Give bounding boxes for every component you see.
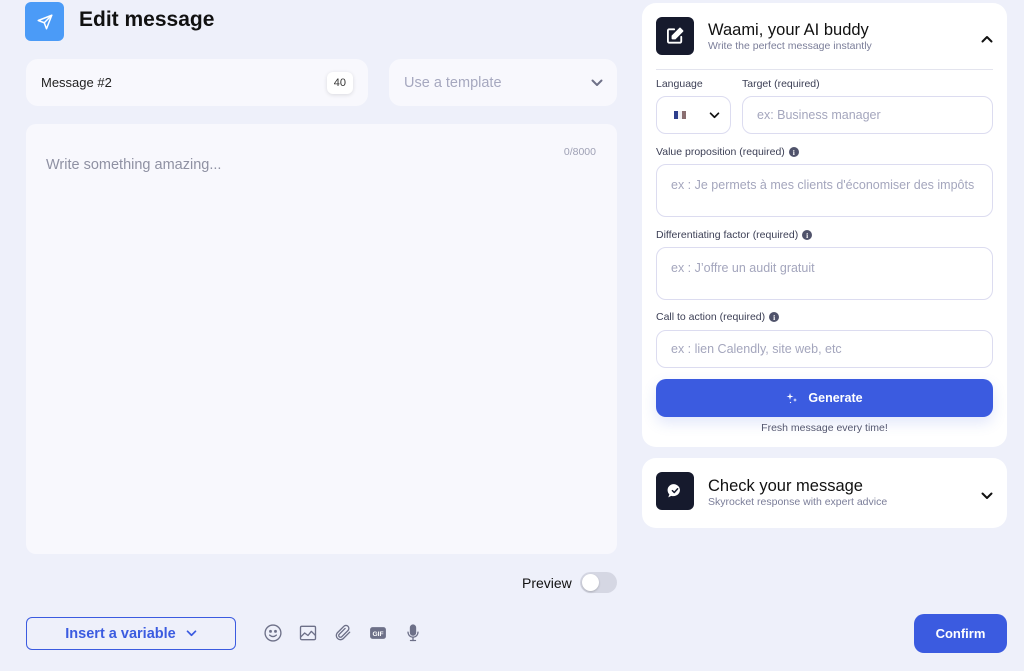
image-icon [299, 625, 317, 641]
check-title: Check your message [708, 477, 863, 495]
call-to-action-label-text: Call to action (required) [656, 311, 766, 323]
gif-icon: GIF [370, 627, 386, 639]
target-input[interactable] [742, 96, 993, 134]
value-proposition-label: Value proposition (required) i [656, 146, 799, 158]
call-to-action-input[interactable] [656, 330, 993, 368]
info-icon[interactable]: i [788, 147, 799, 157]
waami-ai-panel: Waami, your AI buddy Write the perfect m… [642, 3, 1007, 447]
template-select-placeholder: Use a template [404, 74, 502, 91]
template-select[interactable]: Use a template [389, 59, 617, 106]
waami-title: Waami, your AI buddy [708, 21, 869, 39]
target-label: Target (required) [742, 78, 820, 90]
image-button[interactable] [297, 622, 319, 644]
preview-toggle[interactable] [580, 572, 617, 593]
emoji-icon [264, 624, 282, 642]
microphone-button[interactable] [402, 622, 424, 644]
send-icon [37, 14, 52, 29]
svg-text:GIF: GIF [372, 631, 383, 638]
waami-icon-tile [656, 17, 694, 55]
language-select[interactable] [656, 96, 731, 134]
message-body-input[interactable] [26, 124, 617, 554]
differentiating-factor-input[interactable] [656, 247, 993, 300]
edit-icon [667, 27, 684, 44]
char-counter: 0/8000 [563, 146, 596, 158]
call-to-action-label: Call to action (required) i [656, 311, 780, 323]
preview-label: Preview [522, 575, 572, 591]
confirm-button[interactable]: Confirm [914, 614, 1007, 653]
language-label: Language [656, 78, 703, 90]
generate-hint: Fresh message every time! [761, 422, 888, 434]
insert-variable-label: Insert a variable [65, 625, 176, 642]
preview-toggle-knob [582, 574, 599, 591]
gif-button[interactable]: GIF [367, 622, 389, 644]
chevron-down-icon [186, 630, 197, 637]
info-icon[interactable]: i [769, 312, 780, 322]
chevron-down-icon [591, 79, 603, 86]
check-expand-button[interactable] [981, 487, 993, 505]
emoji-button[interactable] [262, 622, 284, 644]
message-name-field[interactable]: Message #2 40 [26, 59, 368, 106]
generate-label: Generate [808, 391, 863, 405]
message-name-text: Message #2 [41, 75, 112, 90]
attachment-button[interactable] [332, 622, 354, 644]
waami-divider [656, 69, 993, 70]
attachment-icon [335, 624, 351, 641]
differentiating-factor-label-text: Differentiating factor (required) [656, 229, 799, 241]
value-proposition-input[interactable] [656, 164, 993, 217]
check-icon-tile [656, 472, 694, 510]
message-editor: 0/8000 [26, 124, 617, 554]
waami-collapse-button[interactable] [981, 30, 993, 48]
insert-variable-button[interactable]: Insert a variable [26, 617, 236, 650]
header-send-icon-tile [25, 2, 64, 41]
message-name-length-badge: 40 [326, 71, 353, 94]
value-proposition-label-text: Value proposition (required) [656, 146, 785, 158]
chevron-up-icon [981, 36, 993, 43]
waami-subtitle: Write the perfect message instantly [708, 40, 872, 52]
chat-check-icon [667, 484, 680, 498]
differentiating-factor-label: Differentiating factor (required) i [656, 229, 813, 241]
sparkle-icon [786, 393, 798, 404]
check-message-panel[interactable]: Check your message Skyrocket response wi… [642, 458, 1007, 528]
check-subtitle: Skyrocket response with expert advice [708, 496, 888, 508]
info-icon[interactable]: i [802, 230, 813, 240]
page-title: Edit message [79, 8, 215, 31]
france-flag-icon [674, 111, 686, 119]
chevron-down-icon [709, 111, 720, 118]
generate-button[interactable]: Generate [656, 379, 993, 417]
chevron-down-icon [981, 492, 993, 499]
microphone-icon [407, 624, 419, 642]
